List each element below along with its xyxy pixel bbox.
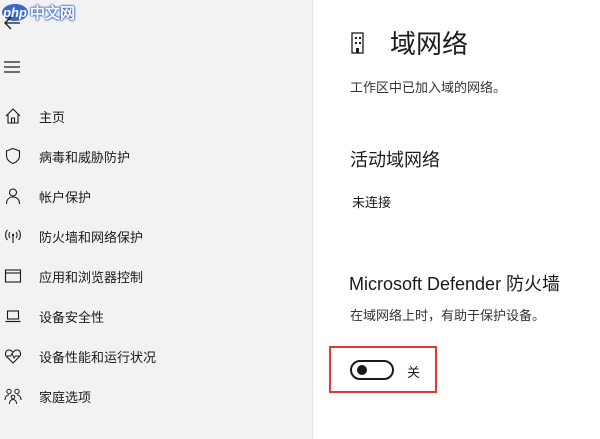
active-networks-heading: 活动域网络: [350, 150, 440, 171]
firewall-toggle-label: 关: [407, 366, 421, 381]
sidebar-item-label: 设备安全性: [39, 310, 105, 326]
sidebar-item-account-protection[interactable]: 帐户保护: [0, 180, 312, 212]
person-icon: [5, 188, 21, 205]
sidebar-item-device-performance[interactable]: 设备性能和运行状况: [0, 340, 312, 372]
home-icon: [5, 108, 21, 124]
sidebar: php 中文网 主页 病毒和威胁防护 帐户保护 防火墙和网络保护 应用和浏览器控…: [0, 0, 312, 439]
pane-divider: [312, 0, 313, 439]
back-arrow-icon[interactable]: [2, 13, 22, 33]
sidebar-item-label: 主页: [39, 110, 66, 126]
sidebar-item-label: 设备性能和运行状况: [39, 350, 157, 366]
hamburger-menu-icon[interactable]: [4, 60, 20, 74]
sidebar-item-label: 家庭选项: [39, 390, 92, 406]
toggle-knob: [357, 365, 367, 375]
sidebar-item-firewall[interactable]: 防火墙和网络保护: [0, 220, 312, 252]
firewall-heading: Microsoft Defender 防火墙: [349, 274, 561, 294]
laptop-icon: [5, 310, 21, 323]
page-description: 工作区中已加入域的网络。: [350, 81, 507, 96]
sidebar-item-app-browser-control[interactable]: 应用和浏览器控制: [0, 260, 312, 292]
active-networks-status: 未连接: [352, 196, 392, 211]
firewall-description: 在域网络上时，有助于保护设备。: [350, 309, 546, 324]
sidebar-item-label: 帐户保护: [39, 190, 92, 206]
page-title: 域网络: [390, 30, 469, 60]
sidebar-item-label: 应用和浏览器控制: [39, 270, 144, 286]
heart-pulse-icon: [4, 349, 22, 364]
sidebar-item-label: 防火墙和网络保护: [39, 230, 144, 246]
sidebar-item-home[interactable]: 主页: [0, 100, 312, 132]
sidebar-item-virus-protection[interactable]: 病毒和威胁防护: [0, 140, 312, 172]
building-icon: [351, 32, 364, 54]
app-window-icon: [4, 269, 22, 283]
family-icon: [4, 388, 22, 405]
firewall-toggle[interactable]: [350, 360, 394, 380]
watermark-text: 中文网: [30, 3, 76, 22]
sidebar-item-device-security[interactable]: 设备安全性: [0, 300, 312, 332]
shield-icon: [5, 147, 21, 165]
sidebar-item-family-options[interactable]: 家庭选项: [0, 380, 312, 412]
wireless-icon: [5, 229, 21, 243]
sidebar-item-label: 病毒和威胁防护: [39, 150, 131, 166]
